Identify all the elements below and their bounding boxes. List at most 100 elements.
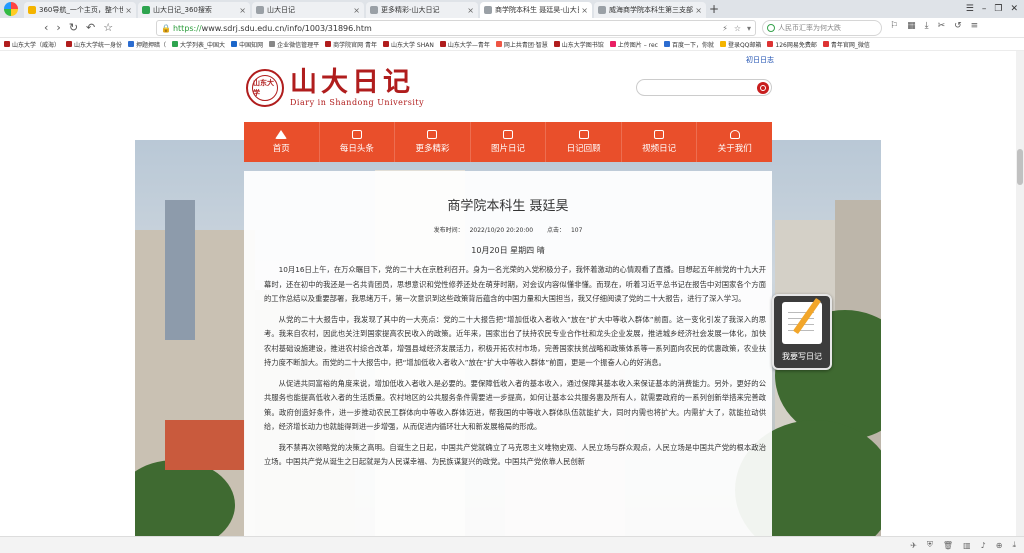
article-body: 10月16日上午，在万众瞩目下，党的二十大在京胜利召开。身为一名光荣的入党积极分…	[264, 263, 766, 476]
scissors-icon[interactable]: ✂	[938, 21, 946, 31]
close-icon[interactable]: ×	[239, 6, 246, 15]
nav-item-photo-diary[interactable]: 图片日记	[471, 122, 547, 162]
bookmark-favicon-icon	[325, 41, 332, 47]
browser-tab[interactable]: 山大日记_360搜索 ×	[138, 2, 250, 18]
scrollbar-thumb[interactable]	[1017, 149, 1023, 185]
article-paragraph: 我不禁再次领略党的决策之高明。自诞生之日起，中国共产党就确立了马克思主义唯物史观…	[264, 442, 766, 467]
download-status-icon[interactable]: ⤓	[1012, 540, 1016, 550]
bookmark-item[interactable]: 山东大学（威海）	[4, 40, 60, 49]
nav-item-video-diary[interactable]: 视频日记	[622, 122, 698, 162]
close-icon[interactable]: ×	[467, 6, 474, 15]
shield-icon[interactable]: ⛨	[927, 540, 933, 550]
bookmark-item[interactable]: 中国知网	[231, 40, 263, 49]
bookmark-item[interactable]: 山东大学统一身份	[66, 40, 122, 49]
browser-status-bar: ✈ ⛨ 🗑 ▥ ♪ ⊕ ⤓	[0, 536, 1024, 553]
bookmark-item[interactable]: 登录QQ邮箱	[719, 40, 761, 49]
sound-icon[interactable]: ♪	[981, 541, 986, 550]
browser-tab[interactable]: 更多精彩-山大日记 ×	[366, 2, 478, 18]
close-icon[interactable]: ×	[581, 6, 588, 15]
trash-icon[interactable]: 🗑	[943, 541, 953, 550]
nav-item-more[interactable]: 更多精彩	[395, 122, 471, 162]
bookmark-item[interactable]: 商学院官网 青年	[325, 40, 377, 49]
bookmark-item[interactable]: 企业微信管理平	[269, 40, 319, 49]
bookmark-favicon-icon	[719, 41, 726, 47]
headline-icon	[351, 130, 362, 139]
nav-item-review[interactable]: 日记回顾	[546, 122, 622, 162]
bookmark-item[interactable]: 大学列表_中国大	[172, 40, 225, 49]
view-count: 107	[570, 227, 583, 234]
nav-item-about[interactable]: 关于我们	[697, 122, 772, 162]
tab-favicon-icon	[598, 6, 606, 14]
zoom-icon[interactable]: ⊕	[996, 541, 1003, 550]
tab-favicon-icon	[256, 6, 264, 14]
bookmark-favicon-icon	[495, 41, 502, 47]
menu-icon[interactable]: ☰	[966, 4, 974, 14]
bookmark-item[interactable]: 山东大学图书馆	[553, 40, 604, 49]
bookmark-item[interactable]: 上传图片 – rec	[609, 40, 658, 49]
bookmark-item[interactable]: 126网易免费邮	[767, 40, 817, 49]
bookmark-favicon-icon	[66, 41, 73, 47]
dropdown-icon[interactable]: ▾	[747, 24, 751, 33]
browser-search-input[interactable]: 人民币汇率为何大跌	[762, 20, 882, 36]
nav-item-home[interactable]: 首页	[244, 122, 320, 162]
bookmark-favicon-icon	[231, 41, 238, 47]
article-meta: 发布时间： 2022/10/20 20:20:00 点击： 107	[433, 227, 583, 234]
close-window-icon[interactable]: ✕	[1010, 4, 1018, 14]
bookmark-favicon-icon	[553, 41, 560, 47]
grid-icon[interactable]: ▦	[907, 21, 916, 31]
extension-icon[interactable]: ⚐	[890, 21, 898, 31]
browser-tab[interactable]: 威海商学院本科生第三支部入 ×	[594, 2, 706, 18]
tab-favicon-icon	[142, 6, 150, 14]
refresh-icon[interactable]: ↻	[69, 21, 78, 34]
url-field[interactable]: 🔒 https://www.sdrj.sdu.edu.cn/info/1003/…	[156, 20, 756, 36]
bookmark-item[interactable]: 山东大学 SHAN	[383, 40, 434, 49]
bookmark-favicon-icon	[767, 41, 774, 47]
browser-logo-icon[interactable]	[0, 0, 22, 18]
login-link[interactable]: 初日日志	[746, 55, 774, 65]
forward-icon[interactable]: ›	[56, 21, 60, 34]
undo-icon[interactable]: ↶	[86, 21, 95, 34]
download-icon[interactable]: ⤓	[925, 21, 929, 31]
write-diary-button[interactable]: 我要写日记	[772, 294, 832, 370]
diary-date: 10月20日 星期四 晴	[471, 246, 545, 255]
close-icon[interactable]: ×	[125, 6, 132, 15]
bookmark-favicon-icon	[822, 41, 829, 47]
close-icon[interactable]: ×	[353, 6, 360, 15]
site-search-input[interactable]	[636, 79, 772, 96]
tab-favicon-icon	[370, 6, 378, 14]
back-icon[interactable]: ‹	[44, 21, 48, 34]
nav-item-headlines[interactable]: 每日头条	[320, 122, 396, 162]
lightning-icon[interactable]: ⚡	[722, 24, 728, 33]
bookmark-item[interactable]: 山东大学—青年	[439, 40, 490, 49]
acceleration-icon[interactable]: ✈	[910, 541, 917, 550]
bookmarks-bar: 山东大学（威海） 山东大学统一身份 押题押暗（ 大学列表_中国大 中国知网 企业…	[0, 38, 1024, 51]
new-tab-button[interactable]: +	[706, 2, 722, 18]
star-icon[interactable]: ☆	[103, 21, 113, 34]
close-icon[interactable]: ×	[695, 6, 702, 15]
bookmark-favicon-icon	[172, 41, 179, 47]
bookmark-item[interactable]: 青年官网_微信	[822, 40, 870, 49]
browser-tab[interactable]: 360导航_一个主页，整个世界×	[24, 2, 136, 18]
bookmark-favicon-icon	[439, 41, 446, 47]
browser-tab[interactable]: 山大日记 ×	[252, 2, 364, 18]
home-icon	[275, 130, 288, 139]
video-icon	[654, 130, 665, 139]
search-icon[interactable]	[757, 82, 769, 94]
undo-arrow-icon[interactable]: ↺	[954, 21, 962, 31]
site-brand-title[interactable]: 山大日记	[290, 67, 414, 99]
bookmark-item[interactable]: 押题押暗（	[128, 40, 166, 49]
bookmark-item[interactable]: 百度一下，你就	[663, 40, 714, 49]
more-icon[interactable]: ≡	[971, 21, 979, 31]
maximize-icon[interactable]: ❐	[994, 4, 1002, 14]
browser-tab-active[interactable]: 商学院本科生 聂廷昊-山大日 ×	[480, 2, 592, 18]
minimize-icon[interactable]: –	[982, 4, 987, 14]
split-icon[interactable]: ▥	[963, 541, 971, 550]
bookmark-star-icon[interactable]: ☆	[734, 24, 741, 33]
site-brand-subtitle: Diary in Shandong University	[290, 98, 425, 107]
tab-favicon-icon	[28, 6, 36, 14]
bookmark-favicon-icon	[383, 41, 390, 47]
page-scrollbar[interactable]	[1016, 51, 1024, 536]
bookmark-favicon-icon	[663, 41, 670, 47]
bookmark-item[interactable]: 网上共青团·智慧	[495, 40, 548, 49]
search-icon	[767, 24, 775, 32]
